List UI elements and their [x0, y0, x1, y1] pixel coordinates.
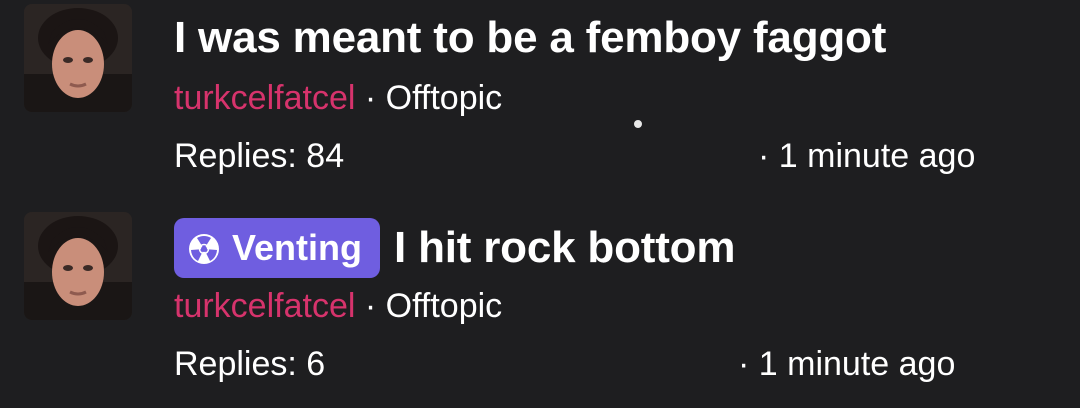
avatar[interactable]	[24, 212, 132, 320]
meta-separator: ·	[364, 79, 377, 117]
radiation-icon	[188, 232, 220, 264]
meta-separator: ·	[364, 287, 377, 325]
thread-meta: turkcelfatcel · Offtopic	[174, 286, 502, 326]
avatar[interactable]	[24, 4, 132, 112]
thread-meta: turkcelfatcel · Offtopic	[174, 78, 502, 118]
thread-title[interactable]: I hit rock bottom	[394, 222, 735, 274]
timestamp: · 1 minute ago	[738, 345, 956, 383]
tag-label: Venting	[232, 227, 363, 268]
timestamp: · 1 minute ago	[758, 137, 976, 175]
author-link[interactable]: turkcelfatcel	[174, 79, 355, 117]
cursor-dot	[634, 120, 642, 128]
thread-title-row: I was meant to be a femboy faggot	[174, 12, 886, 64]
thread-item[interactable]: Venting I hit rock bottom turkcelfatcel …	[0, 208, 1080, 408]
board-link[interactable]: Offtopic	[386, 287, 503, 325]
reply-count: Replies: 84	[174, 137, 345, 175]
thread-title-row: Venting I hit rock bottom	[174, 218, 735, 278]
reply-count: Replies: 6	[174, 345, 326, 383]
author-link[interactable]: turkcelfatcel	[174, 287, 355, 325]
thread-title[interactable]: I was meant to be a femboy faggot	[174, 12, 886, 64]
board-link[interactable]: Offtopic	[386, 79, 503, 117]
venting-tag[interactable]: Venting	[174, 218, 381, 278]
thread-item[interactable]: I was meant to be a femboy faggot turkce…	[0, 0, 1080, 204]
